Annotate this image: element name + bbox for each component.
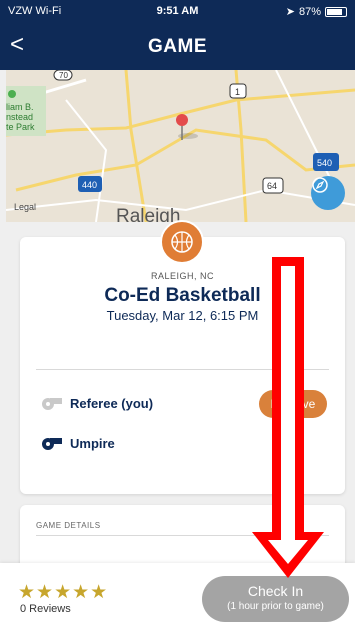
basketball-icon: [160, 220, 204, 264]
check-in-sublabel: (1 hour prior to game): [227, 601, 324, 612]
battery-percent: 87%: [298, 5, 321, 18]
game-details-heading: GAME DETAILS: [36, 521, 101, 530]
page-title: GAME: [148, 36, 207, 57]
rating-stars-icon: ★★★★★: [18, 582, 109, 603]
check-in-label: Check In: [247, 583, 304, 599]
map-legal-link[interactable]: Legal: [14, 202, 36, 212]
whistle-icon: [42, 398, 62, 410]
role-umpire-label: Umpire: [70, 435, 115, 451]
battery-indicator: ➤ 87%: [286, 5, 347, 18]
map-label-park-2: nstead: [6, 112, 33, 122]
details-divider: [36, 535, 329, 536]
whistle-icon: [42, 438, 62, 450]
role-referee-label: Referee (you): [70, 395, 154, 411]
map-label-route-64: 64: [267, 181, 277, 191]
map-roads: 70 1 540 440 64 liam B. nstead te Park R…: [6, 70, 355, 222]
game-date: Tuesday, Mar 12, 6:15 PM: [106, 308, 259, 323]
remove-button[interactable]: Remove: [259, 390, 327, 418]
game-location: RALEIGH, NC: [150, 271, 214, 281]
compass-icon[interactable]: [311, 176, 345, 210]
role-umpire: Umpire: [38, 435, 115, 451]
map-pin-icon[interactable]: [176, 114, 188, 126]
battery-icon: [325, 6, 347, 17]
map-label-park-1: liam B.: [6, 102, 34, 112]
map-label-route-70: 70: [59, 71, 68, 80]
status-bar: VZW Wi-Fi 9:51 AM ➤ 87%: [0, 0, 355, 22]
game-card: RALEIGH, NC Co-Ed Basketball Tuesday, Ma…: [20, 220, 345, 494]
reviews-count[interactable]: 0 Reviews: [20, 603, 71, 615]
bottom-bar: ★★★★★ 0 Reviews Check In (1 hour prior t…: [0, 563, 355, 625]
map-label-i540: 540: [317, 158, 332, 168]
map-label-route-1: 1: [235, 87, 240, 97]
game-name: Co-Ed Basketball: [104, 285, 261, 306]
map-label-park-3: te Park: [6, 122, 35, 132]
map-view[interactable]: 70 1 540 440 64 liam B. nstead te Park R…: [6, 70, 355, 222]
card-divider: [36, 369, 329, 370]
map-label-city: Raleigh: [116, 206, 180, 222]
map-label-i440: 440: [82, 180, 97, 190]
role-referee: Referee (you): [38, 395, 153, 411]
header: VZW Wi-Fi 9:51 AM ➤ 87% < GAME: [0, 0, 355, 70]
check-in-button[interactable]: Check In (1 hour prior to game): [202, 576, 349, 622]
location-arrow-icon: ➤: [285, 6, 295, 18]
